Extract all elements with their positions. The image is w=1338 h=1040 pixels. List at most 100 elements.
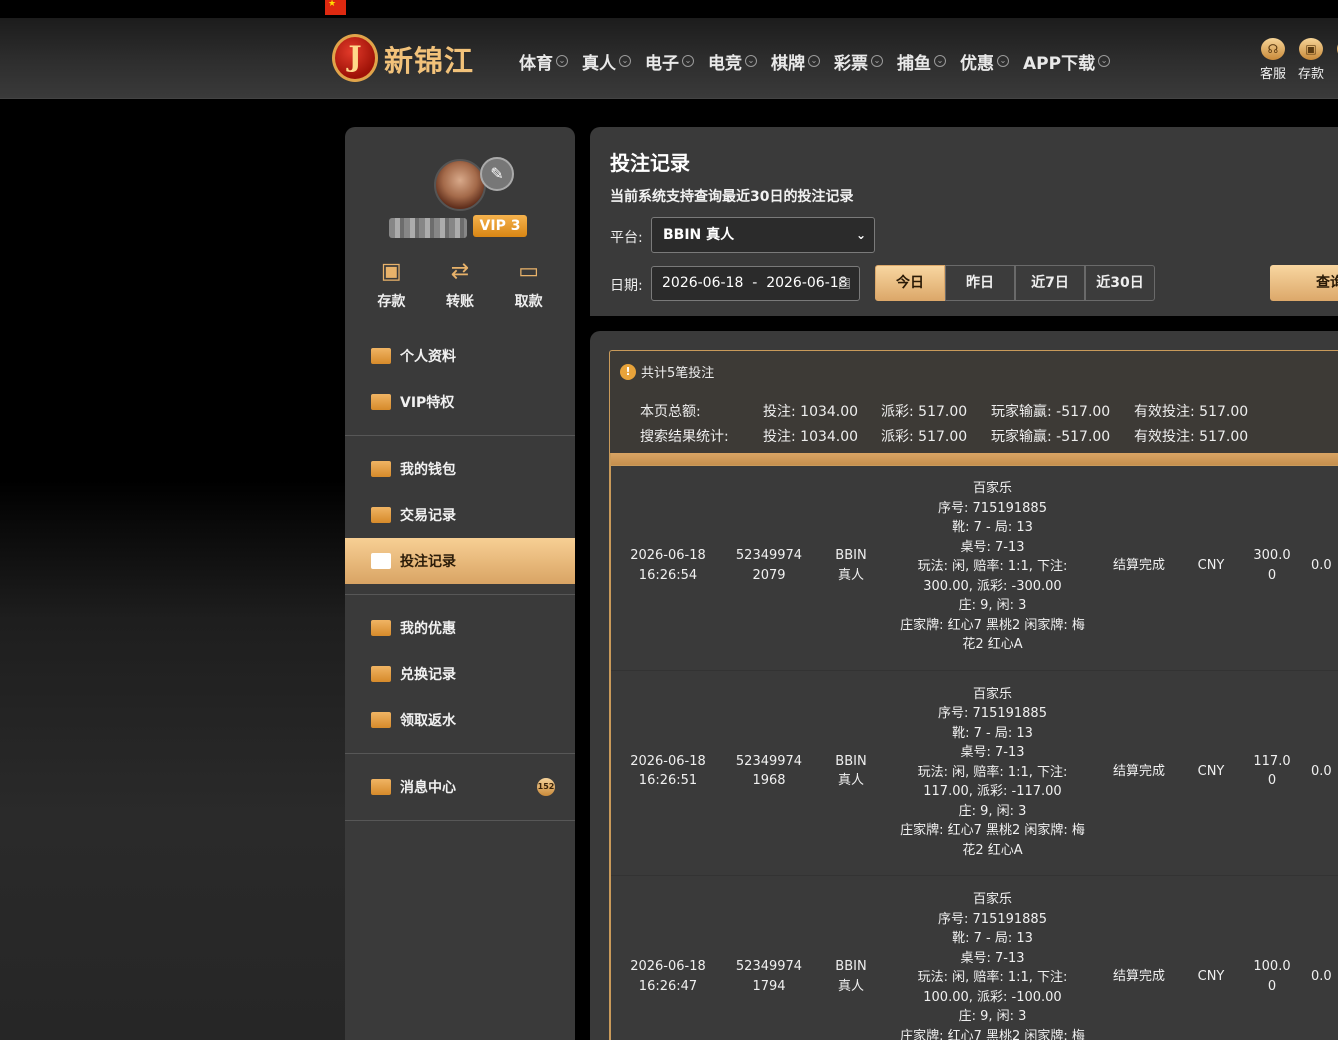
- menu-group-records: 我的钱包交易记录 投注记录: [345, 446, 575, 584]
- chevron-down-icon: ⌄: [855, 228, 866, 242]
- date-label: 日期:: [610, 278, 643, 294]
- bet-amount: 300.0 0: [1247, 546, 1297, 585]
- summary-label: 搜索结果统计:: [640, 429, 729, 445]
- quick-1[interactable]: ▣ 存款: [1296, 38, 1326, 82]
- nav-item-label: 真人: [582, 53, 616, 74]
- headset-icon: ☊: [1261, 38, 1285, 60]
- sidebar-item[interactable]: VIP特权: [345, 379, 575, 425]
- nav-item[interactable]: 棋牌 ⌄: [771, 50, 820, 74]
- edit-profile-icon[interactable]: ✎: [480, 157, 514, 191]
- date-range-input[interactable]: 2026-06-18 - 2026-06-18 ▤: [651, 266, 860, 301]
- bet-detail-line: 花2 红心A: [962, 637, 1023, 652]
- nav-item[interactable]: 真人 ⌄: [582, 50, 631, 74]
- bet-amount-line: 0: [1267, 773, 1277, 788]
- nav-item[interactable]: APP下载 ⌄: [1023, 50, 1111, 74]
- quick-2[interactable]: ▭取: [1334, 38, 1338, 82]
- nav-item-label: 电子: [645, 53, 679, 74]
- avatar[interactable]: [434, 159, 486, 211]
- bet-detail-line: 序号: 715191885: [938, 500, 1047, 516]
- wallet-actions: ▣ 存款 ⇄ 转账 ▭ 取款: [345, 259, 575, 311]
- bet-status-line: 结算完成: [1112, 558, 1165, 573]
- bet-time: 2026-06-18 16:26:51: [625, 752, 711, 791]
- profile-card-icon: [371, 348, 391, 364]
- bet-detail-line: 玩法: 闲, 赔率: 1:1, 下注:: [917, 764, 1068, 780]
- sidebar-item[interactable]: 我的优惠: [345, 605, 575, 651]
- document-icon: [371, 507, 391, 523]
- platform-line: 真人: [837, 773, 864, 788]
- nav-item[interactable]: 电竞 ⌄: [708, 50, 757, 74]
- menu-group-messages: 消息中心 152: [345, 764, 575, 810]
- currency: CNY: [1191, 556, 1231, 576]
- sidebar-item-label: 消息中心: [400, 780, 456, 796]
- wallet-action-0[interactable]: ▣ 存款: [361, 259, 421, 311]
- bet-detail-line: 庄: 9, 闲: 3: [958, 598, 1027, 613]
- sidebar-item[interactable]: 投注记录: [345, 538, 575, 584]
- bet-time-line: 16:26:54: [638, 567, 698, 583]
- transfer-icon: ⇄: [450, 259, 470, 284]
- wallet-action-2[interactable]: ▭ 取款: [499, 259, 559, 311]
- bet-detail-line: 庄: 9, 闲: 3: [958, 803, 1027, 819]
- menu-group-profile: 个人资料 VIP特权: [345, 333, 575, 425]
- date-quick-button[interactable]: 近30日: [1085, 265, 1155, 301]
- bet-time-line: 16:26:47: [638, 978, 698, 994]
- date-quick-button[interactable]: 昨日: [945, 265, 1015, 301]
- table-body: 2026-06-18 16:26:54 52349974 2079 BBIN 真人 百家乐序…: [611, 465, 1338, 1040]
- bet-detail-line: 百家乐: [972, 892, 1012, 907]
- currency: CNY: [1191, 762, 1231, 782]
- table-header: [611, 453, 1338, 465]
- quick-0[interactable]: ☊ 客服: [1258, 38, 1288, 82]
- nav-item[interactable]: 电子 ⌄: [645, 50, 694, 74]
- bet-detail-line: 300.00, 派彩: -300.00: [923, 578, 1062, 594]
- deposit-wallet-icon: ▣: [380, 259, 402, 284]
- currency-line: CNY: [1197, 763, 1225, 779]
- bet-status-line: 结算完成: [1112, 969, 1165, 984]
- nav-item[interactable]: 捕鱼 ⌄: [897, 50, 946, 74]
- platform: BBIN 真人: [821, 957, 881, 996]
- nav-item[interactable]: 优惠 ⌄: [960, 50, 1009, 74]
- bet-detail-line: 100.00, 派彩: -100.00: [923, 989, 1062, 1005]
- sidebar-item[interactable]: 我的钱包: [345, 446, 575, 492]
- summary-label: 本页总额:: [640, 404, 701, 420]
- vip-badge: VIP 3: [473, 215, 527, 237]
- bet-detail: 百家乐 序号: 715191885 靴: 7 - 局: 13 桌号: 7-13 玩法: …: [895, 479, 1090, 655]
- china-flag-icon[interactable]: ★: [325, 0, 346, 15]
- bet-status: 结算完成: [1103, 967, 1175, 987]
- bet-detail-line: 序号: 715191885: [938, 706, 1047, 721]
- summary-bet: 投注: 1034.00: [763, 404, 859, 420]
- chevron-down-icon: ⌄: [808, 55, 820, 67]
- nav-item[interactable]: 彩票 ⌄: [834, 50, 883, 74]
- nav-item-label: 体育: [519, 53, 553, 74]
- divider: [345, 753, 575, 754]
- bet-time: 2026-06-18 16:26:54: [625, 546, 711, 585]
- site-logo[interactable]: J 新锦江: [330, 30, 490, 86]
- bet-amount-line: 117.0: [1253, 753, 1291, 769]
- gift-icon: [371, 620, 391, 636]
- summary-win: 玩家输赢: -517.00: [991, 404, 1111, 420]
- search-button[interactable]: 查询: [1270, 265, 1338, 301]
- order-number: 52349974 2079: [729, 546, 809, 585]
- platform-line: BBIN: [835, 959, 867, 974]
- sidebar-item-label: 我的钱包: [400, 462, 456, 478]
- sidebar-item[interactable]: 兑换记录: [345, 651, 575, 697]
- divider: [345, 820, 575, 821]
- date-quick-button[interactable]: 近7日: [1015, 265, 1085, 301]
- bet-detail-line: 庄: 9, 闲: 3: [958, 1009, 1027, 1024]
- bet-detail-line: 百家乐: [972, 481, 1012, 496]
- sidebar-item[interactable]: 消息中心 152: [345, 764, 575, 810]
- chevron-down-icon: ⌄: [871, 55, 883, 67]
- site-header: J 新锦江 体育 ⌄ 真人 ⌄ 电子 ⌄ 电竞 ⌄ 棋牌 ⌄ 彩票 ⌄ 捕鱼 ⌄ 优惠 ⌄ APP下载 ⌄ ☊ 客服…: [0, 18, 1338, 99]
- wallet-action-label: 转账: [445, 294, 474, 310]
- sidebar-item[interactable]: 个人资料: [345, 333, 575, 379]
- date-quick-button[interactable]: 今日: [875, 265, 945, 301]
- nav-item[interactable]: 体育 ⌄: [519, 50, 568, 74]
- money-bag-icon: [371, 666, 391, 682]
- platform-select[interactable]: BBIN 真人 ⌄: [651, 217, 875, 253]
- wallet-action-1[interactable]: ⇄ 转账: [430, 259, 490, 311]
- bet-detail-line: 庄家牌: 红心7 黑桃2 闲家牌: 梅: [900, 823, 1085, 838]
- rebate-icon: [371, 712, 391, 728]
- sidebar-item[interactable]: 领取返水: [345, 697, 575, 743]
- bet-detail-line: 序号: 715191885: [938, 911, 1047, 927]
- platform: BBIN 真人: [821, 546, 881, 585]
- table-row: 2026-06-18 16:26:54 52349974 2079 BBIN 真人 百家乐序…: [611, 465, 1338, 671]
- sidebar-item[interactable]: 交易记录: [345, 492, 575, 538]
